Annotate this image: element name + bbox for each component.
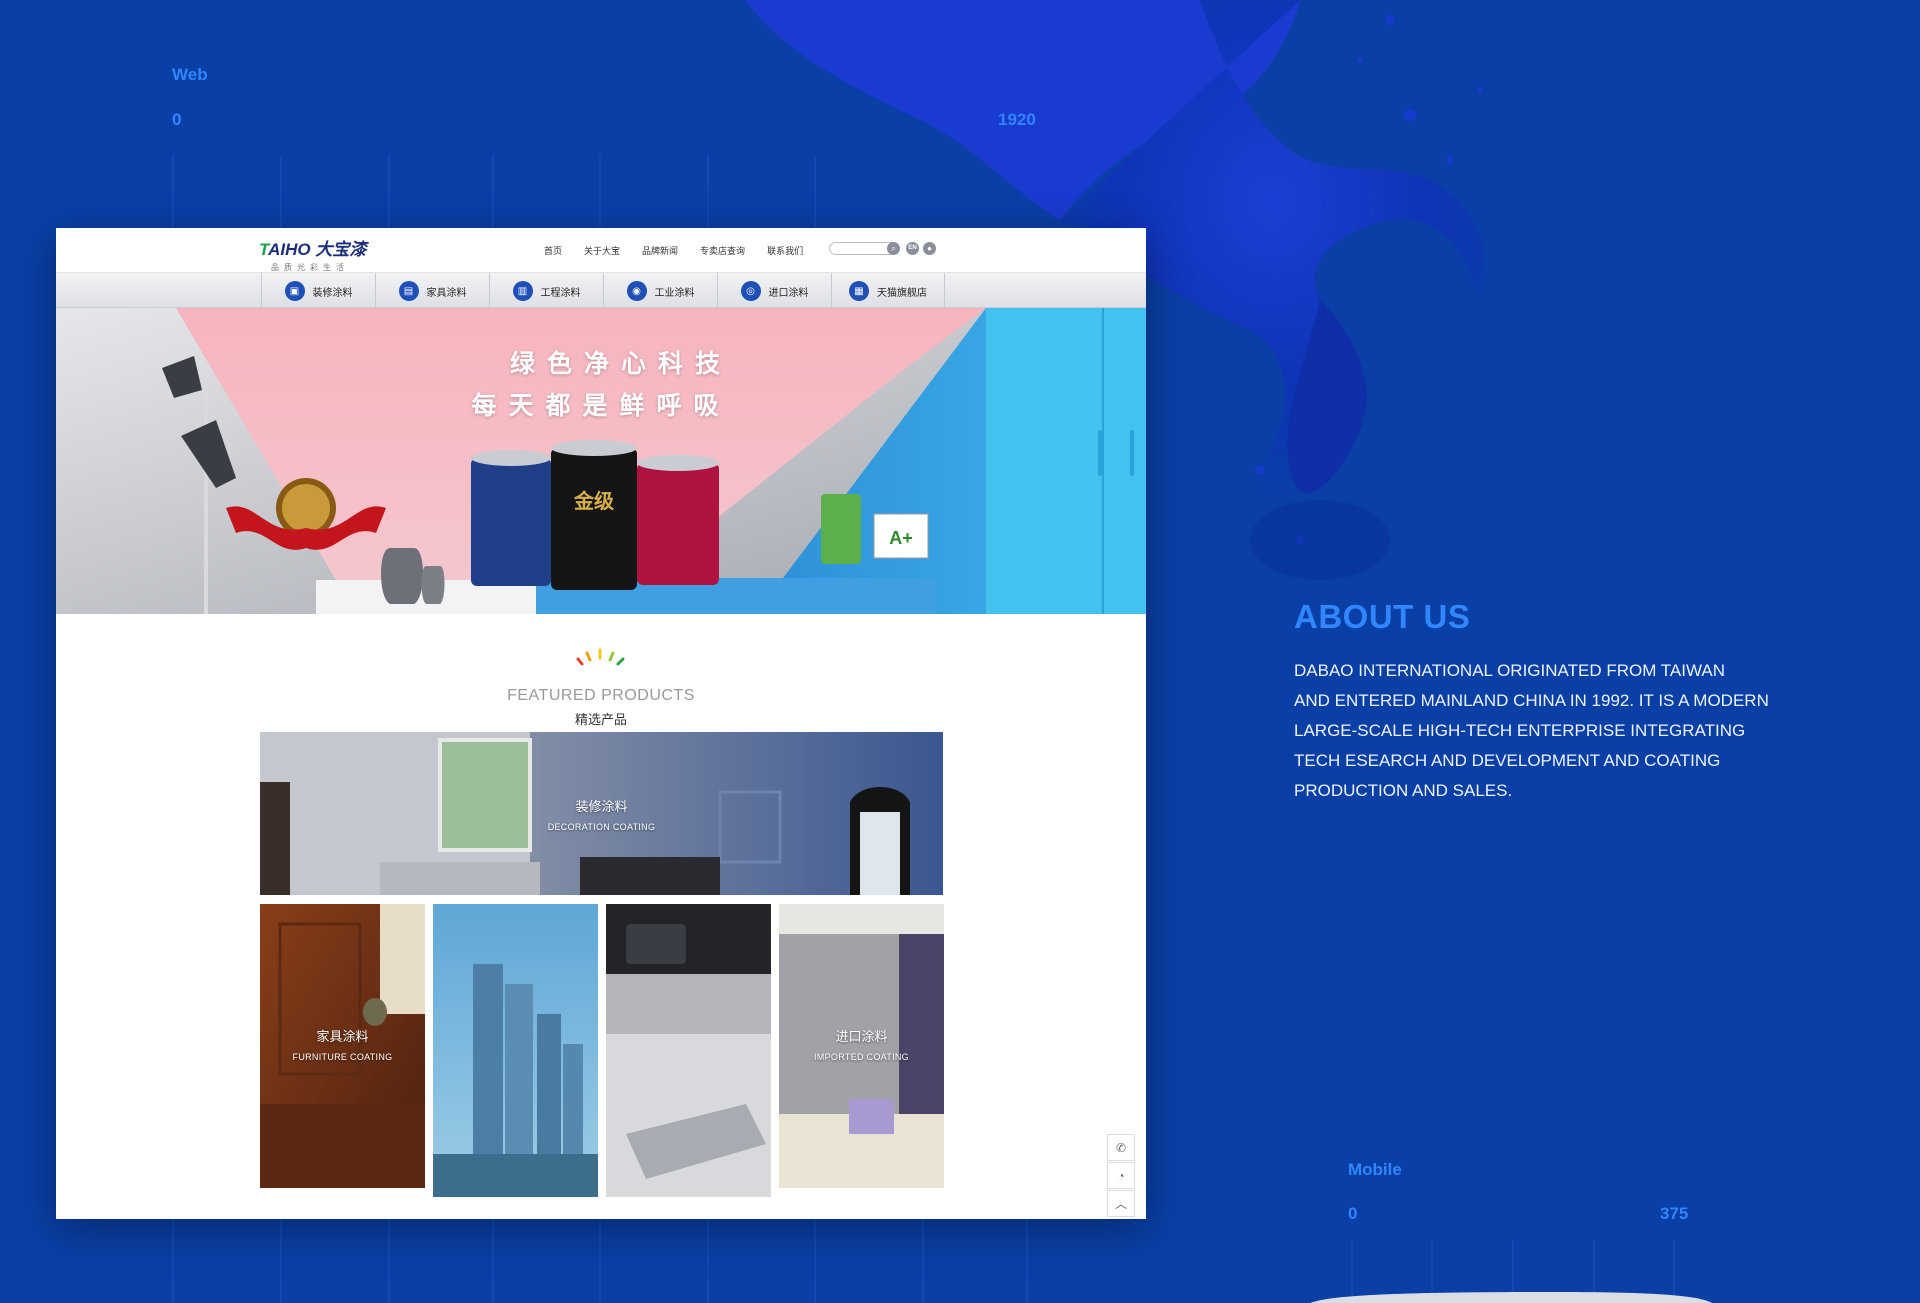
rating-label: A+	[889, 528, 913, 548]
featured-title-cn: 精选产品	[574, 712, 627, 727]
product-imported-coating[interactable]: 进口涂料 IMPORTED COATING	[779, 904, 944, 1188]
web-page-mockup: TAIHO 大宝漆 品质光彩生活 首页 关于大宝 品牌新闻 专卖店查询 联系我们…	[56, 228, 1146, 1219]
search-icon[interactable]: ⌕	[887, 242, 900, 255]
buildings-photo	[433, 904, 598, 1197]
shop-icon: ▦	[849, 281, 869, 301]
mobile-label: Mobile	[1348, 1160, 1402, 1179]
nav-news[interactable]: 品牌新闻	[642, 244, 678, 257]
paint-roller-icon: ▣	[284, 281, 305, 301]
category-imported[interactable]: ◎ 进口涂料	[717, 273, 831, 309]
nav-contact[interactable]: 联系我们	[767, 244, 803, 257]
product-name-cn: 家具涂料	[316, 1029, 369, 1044]
product-label: 装修涂料 DECORATION COATING	[260, 796, 943, 832]
product-name-en: FURNITURE COATING	[292, 1052, 393, 1062]
product-name-cn: 进口涂料	[835, 1029, 888, 1044]
mobile-width-label: 375	[1660, 1204, 1689, 1223]
category-furniture[interactable]: ▤ 家具涂料	[375, 273, 489, 309]
banner-headline-1: 绿色净心科技	[509, 350, 732, 378]
product-name-en: DECORATION COATING	[547, 822, 656, 832]
product-furniture-coating[interactable]: 家具涂料 FURNITURE COATING	[260, 904, 425, 1188]
logo-text: AIHO	[268, 240, 311, 259]
product-industrial-coating[interactable]	[606, 904, 771, 1197]
back-to-top-icon[interactable]: ︿	[1107, 1190, 1135, 1217]
product-engineering-coating[interactable]	[433, 904, 598, 1197]
about-text: DABAO INTERNATIONAL ORIGINATED FROM TAIW…	[1294, 661, 1769, 800]
category-tmall-store[interactable]: ▦ 天猫旗舰店	[831, 273, 945, 309]
web-start-label: 0	[172, 110, 182, 129]
logo-cn: 大宝漆	[315, 240, 367, 259]
phone-icon[interactable]: ✆	[1107, 1134, 1135, 1161]
site-logo[interactable]: TAIHO 大宝漆 品质光彩生活	[259, 235, 366, 273]
banner-headline-2: 每天都是鲜呼吸	[471, 392, 731, 420]
building-icon: ▥	[512, 281, 533, 301]
web-label: Web	[172, 65, 208, 84]
wechat-icon[interactable]: ◔	[1107, 1162, 1135, 1189]
nav-home[interactable]: 首页	[544, 244, 562, 257]
category-industrial[interactable]: ◉ 工业涂料	[603, 273, 717, 309]
mobile-start-label: 0	[1348, 1204, 1358, 1223]
mobile-preview-edge	[1310, 1292, 1712, 1303]
category-label: 家具涂料	[426, 287, 467, 299]
car-interior-photo	[606, 904, 771, 1197]
category-label: 天猫旗舰店	[877, 287, 927, 299]
product-name-cn: 装修涂料	[575, 799, 628, 814]
top-nav: 首页 关于大宝 品牌新闻 专卖店查询 联系我们	[544, 244, 803, 257]
product-name-en: IMPORTED COATING	[814, 1052, 909, 1062]
category-label: 工程涂料	[540, 287, 581, 299]
furniture-icon: ▤	[398, 281, 419, 301]
category-decoration[interactable]: ▣ 装修涂料	[261, 273, 375, 309]
nav-about[interactable]: 关于大宝	[584, 244, 620, 257]
product-label: 进口涂料 IMPORTED COATING	[779, 1026, 944, 1062]
language-en-button[interactable]: EN	[906, 242, 919, 255]
motorcycle-icon: ◉	[626, 281, 647, 301]
product-decoration-coating[interactable]: 装修涂料 DECORATION COATING	[260, 732, 943, 895]
logo-prefix: T	[259, 240, 269, 259]
globe-icon: ◎	[740, 281, 761, 301]
floating-toolbar: ✆ ◔ ︿	[1107, 1134, 1135, 1218]
can-gold-label: 金级	[573, 489, 614, 513]
category-label: 进口涂料	[768, 287, 809, 299]
category-engineering[interactable]: ▥ 工程涂料	[489, 273, 603, 309]
featured-title-en: FEATURED PRODUCTS	[507, 687, 695, 704]
web-width-label: 1920	[998, 110, 1036, 129]
hero-banner[interactable]: 金级 A+ 绿色净心科技 每天都是鲜呼吸	[56, 308, 1146, 614]
category-bar: ▣ 装修涂料 ▤ 家具涂料 ▥ 工程涂料 ◉ 工业涂料 ◎ 进口涂料 ▦ 天猫旗舰店	[56, 272, 1146, 309]
category-label: 工业涂料	[654, 287, 695, 299]
category-label: 装修涂料	[312, 287, 353, 299]
about-title: ABOUT US	[1294, 598, 1471, 635]
sunburst-icon	[576, 648, 625, 666]
nav-store-locator[interactable]: 专卖店查询	[700, 244, 745, 257]
user-icon[interactable]: ●	[923, 242, 936, 255]
featured-section-header: FEATURED PRODUCTS 精选产品	[56, 648, 1146, 728]
product-label: 家具涂料 FURNITURE COATING	[260, 1026, 425, 1062]
site-header: TAIHO 大宝漆 品质光彩生活 首页 关于大宝 品牌新闻 专卖店查询 联系我们…	[56, 228, 1146, 272]
about-section: ABOUT US DABAO INTERNATIONAL ORIGINATED …	[1294, 598, 1814, 806]
